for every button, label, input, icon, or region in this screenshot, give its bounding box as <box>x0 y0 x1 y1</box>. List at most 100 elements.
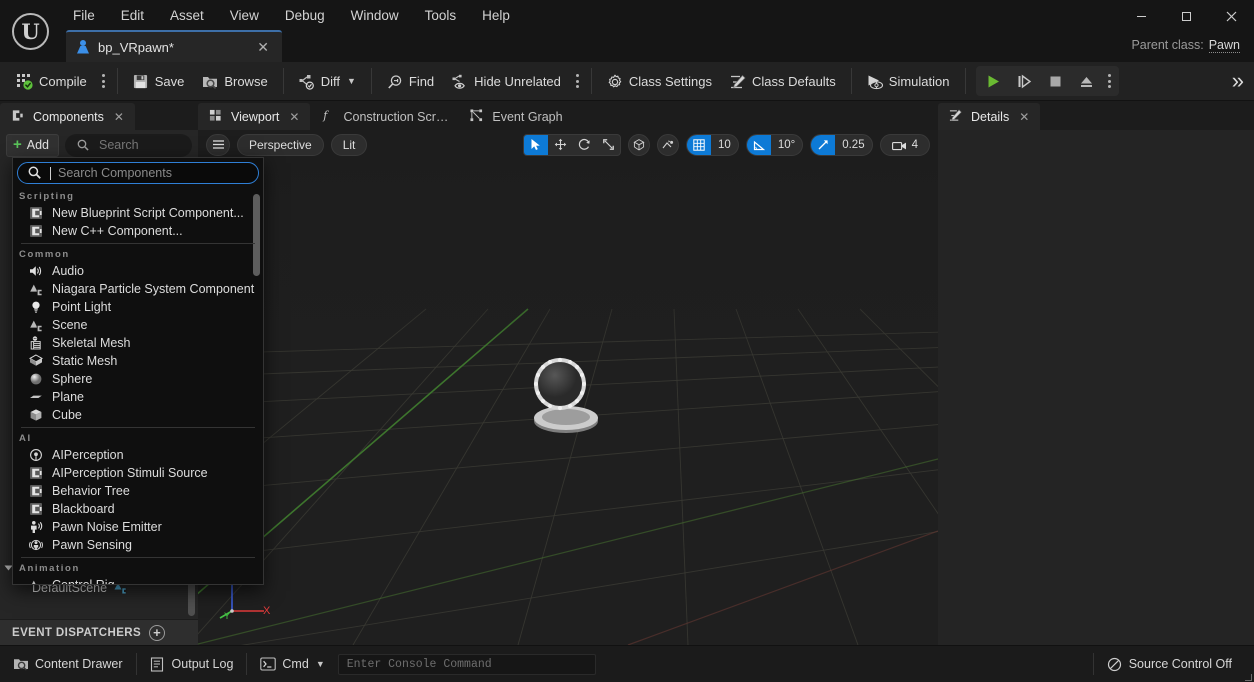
angle-snap-toggle[interactable] <box>746 134 771 155</box>
translate-tool-button[interactable] <box>548 135 572 155</box>
viewport-menu-button[interactable] <box>206 133 230 156</box>
component-search-input[interactable]: Search Components <box>17 162 259 184</box>
details-panel[interactable] <box>938 130 1254 645</box>
coordinate-system-button[interactable] <box>628 133 651 156</box>
save-button[interactable]: Save <box>124 66 194 96</box>
category-header-common: Common <box>19 249 70 260</box>
camera-speed-control[interactable]: 4 <box>879 133 930 156</box>
menu-view[interactable]: View <box>217 3 272 28</box>
parent-class-info: Parent class: Pawn <box>1131 38 1240 53</box>
pawn-sensing-icon <box>29 538 44 553</box>
rotate-tool-button[interactable] <box>572 135 596 155</box>
menu-edit[interactable]: Edit <box>108 3 157 28</box>
menu-debug[interactable]: Debug <box>272 3 338 28</box>
tab-event-graph[interactable]: Event Graph <box>459 103 573 130</box>
menu-tools[interactable]: Tools <box>412 3 470 28</box>
scale-snap-toggle[interactable] <box>811 134 836 155</box>
compile-button[interactable]: Compile <box>8 66 96 96</box>
status-bar-right: Source Control Off <box>1092 646 1254 682</box>
menu-window[interactable]: Window <box>338 3 412 28</box>
scale-snap-value[interactable]: 0.25 <box>835 135 871 155</box>
tab-construction-script-label: Construction Scr… <box>343 109 449 124</box>
list-item[interactable]: AIPerception <box>13 446 263 464</box>
chevron-down-icon[interactable]: ▼ <box>316 659 325 669</box>
unreal-engine-logo-icon[interactable]: U <box>12 13 49 50</box>
list-item[interactable]: Pawn Sensing <box>13 536 263 554</box>
hide-unrelated-button[interactable]: Hide Unrelated <box>443 66 570 96</box>
viewport-camera-mode-button[interactable]: Perspective <box>237 133 324 156</box>
grid-snap-value[interactable]: 10 <box>711 135 738 155</box>
find-button[interactable]: Find <box>378 66 443 96</box>
select-tool-button[interactable] <box>524 134 549 155</box>
list-item[interactable]: Scene <box>13 316 263 334</box>
chevron-down-icon[interactable]: ▼ <box>347 76 356 86</box>
output-log-button[interactable]: Output Log <box>137 646 247 682</box>
list-item[interactable]: AIPerception Stimuli Source <box>13 464 263 482</box>
event-dispatchers-section[interactable]: EVENT DISPATCHERS + <box>0 619 198 645</box>
close-button[interactable] <box>1209 0 1254 32</box>
list-item[interactable]: Niagara Particle System Component <box>13 280 263 298</box>
play-controls-group <box>975 66 1119 96</box>
content-drawer-button[interactable]: Content Drawer <box>0 646 136 682</box>
list-item[interactable]: Static Mesh <box>13 352 263 370</box>
cmd-button[interactable]: Cmd ▼ <box>247 646 330 682</box>
diff-button[interactable]: Diff ▼ <box>290 66 365 96</box>
viewport-view-mode-button[interactable]: Lit <box>330 133 368 156</box>
compile-options-kebab[interactable] <box>96 66 111 96</box>
play-options-kebab[interactable] <box>1102 66 1117 96</box>
viewport-3d-scene[interactable]: Z X Y <box>198 159 938 645</box>
list-item[interactable]: New C++ Component... <box>13 222 263 240</box>
tab-construction-script[interactable]: f Construction Scr… <box>310 103 459 130</box>
list-item[interactable]: Behavior Tree <box>13 482 263 500</box>
tab-viewport[interactable]: Viewport ✕ <box>198 103 311 130</box>
class-settings-button[interactable]: Class Settings <box>598 66 721 96</box>
menu-help[interactable]: Help <box>469 3 523 28</box>
blueprint-component-icon <box>29 484 44 499</box>
add-event-dispatcher-button[interactable]: + <box>149 624 166 641</box>
tab-components-close-icon[interactable]: ✕ <box>114 110 124 124</box>
source-control-button[interactable]: Source Control Off <box>1094 646 1254 682</box>
browse-button[interactable]: Browse <box>193 66 276 96</box>
tab-details[interactable]: Details ✕ <box>938 103 1041 130</box>
list-item[interactable]: Plane <box>13 388 263 406</box>
play-button[interactable] <box>978 67 1009 95</box>
resize-grip-icon[interactable] <box>1245 673 1252 681</box>
console-command-input[interactable]: Enter Console Command <box>337 653 596 675</box>
simulation-button[interactable]: Simulation <box>858 66 959 96</box>
minimize-button[interactable] <box>1119 0 1164 32</box>
components-search-input[interactable]: Search <box>65 133 192 157</box>
menu-file[interactable]: File <box>60 3 108 28</box>
eject-button[interactable] <box>1071 67 1102 95</box>
list-item[interactable]: New Blueprint Script Component... <box>13 204 263 222</box>
list-item[interactable]: Cube <box>13 406 263 424</box>
asset-tab-bp-vrpawn[interactable]: bp_VRpawn* ✕ <box>66 30 282 62</box>
angle-snap-value[interactable]: 10° <box>771 135 802 155</box>
camera-icon <box>891 140 906 150</box>
hide-unrelated-icon <box>452 74 467 89</box>
tab-viewport-close-icon[interactable]: ✕ <box>289 110 299 124</box>
class-defaults-button[interactable]: Class Defaults <box>721 66 845 96</box>
hide-unrelated-options-kebab[interactable] <box>570 66 585 96</box>
list-item[interactable]: Skeletal Mesh <box>13 334 263 352</box>
list-item[interactable]: Point Light <box>13 298 263 316</box>
list-item[interactable]: Audio <box>13 262 263 280</box>
scale-tool-button[interactable] <box>596 135 620 155</box>
list-item-label: New C++ Component... <box>52 224 183 238</box>
add-component-button[interactable]: + Add <box>6 133 60 157</box>
menu-asset[interactable]: Asset <box>157 3 217 28</box>
parent-class-value[interactable]: Pawn <box>1208 38 1240 53</box>
surface-snap-button[interactable] <box>657 133 680 156</box>
list-item[interactable]: Control Rig <box>13 576 263 584</box>
maximize-button[interactable] <box>1164 0 1209 32</box>
source-control-label: Source Control Off <box>1128 657 1232 671</box>
tab-details-close-icon[interactable]: ✕ <box>1019 110 1029 124</box>
list-item[interactable]: Blackboard <box>13 500 263 518</box>
step-button[interactable] <box>1009 67 1040 95</box>
grid-snap-toggle[interactable] <box>687 134 712 155</box>
list-item[interactable]: Pawn Noise Emitter <box>13 518 263 536</box>
toolbar-overflow-icon[interactable]: » <box>1232 68 1244 94</box>
stop-button[interactable] <box>1040 67 1071 95</box>
tab-components[interactable]: Components ✕ <box>0 103 135 130</box>
asset-tab-close-icon[interactable]: ✕ <box>254 39 272 56</box>
list-item[interactable]: Sphere <box>13 370 263 388</box>
